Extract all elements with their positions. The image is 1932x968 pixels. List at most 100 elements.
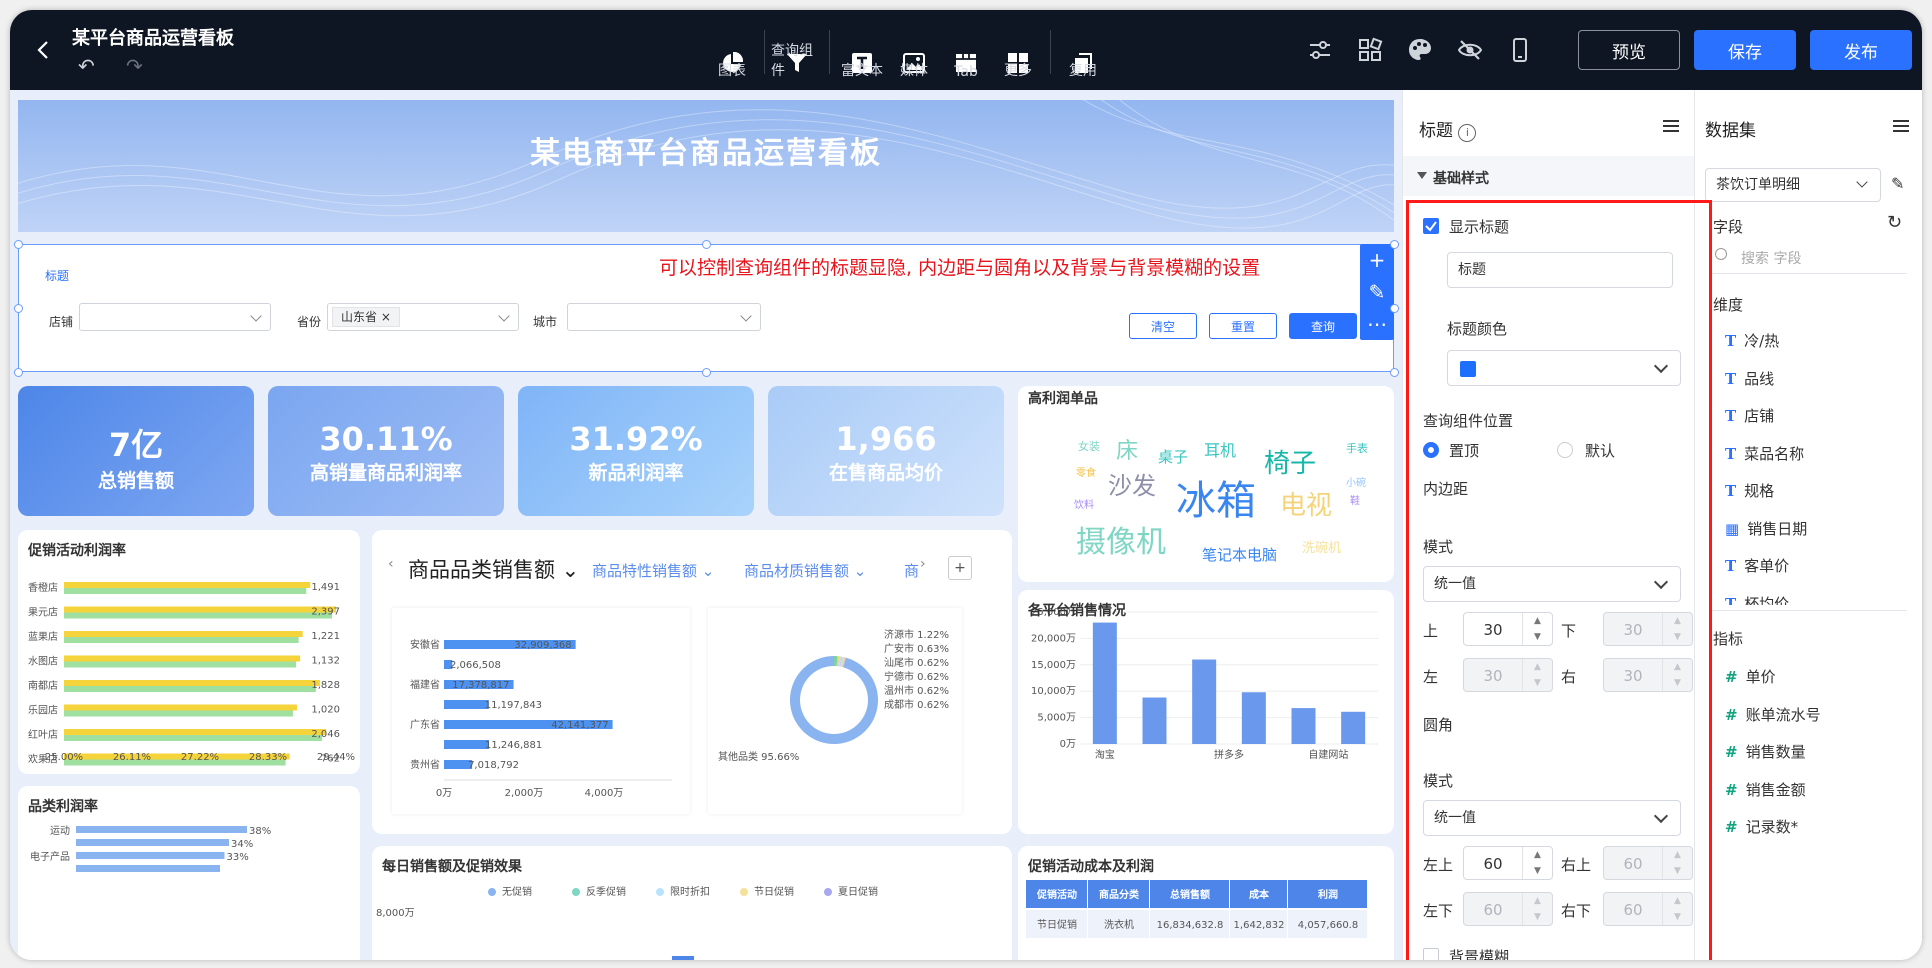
padding-label: 内边距 (1423, 480, 1469, 498)
promo-cost-card[interactable]: 促销活动成本及利润 促销活动 商品分类 总销售额 成本 利润 节日促销 洗衣机 16,834,… (1018, 846, 1394, 960)
padding-mode-select[interactable]: 统一值 (1423, 566, 1681, 602)
save-button[interactable]: 保存 (1694, 30, 1796, 70)
measure-field[interactable]: # 账单流水号 (1725, 704, 1821, 725)
kpi-card[interactable]: 31.92% 新品利润率 (518, 386, 754, 516)
measure-field[interactable]: # 销售金额 (1725, 779, 1806, 800)
dimension-field[interactable]: T 客单价 (1725, 555, 1789, 576)
query-component[interactable]: 标题 可以控制查询组件的标题显隐, 内边距与圆角以及背景与背景模糊的设置 店铺 … (18, 244, 1394, 372)
preview-button[interactable]: 预览 (1578, 30, 1680, 70)
resize-handle[interactable] (1390, 240, 1399, 249)
tool-richtext[interactable]: 富文本 (836, 24, 888, 80)
bar (1142, 697, 1167, 744)
radio-top[interactable] (1423, 442, 1439, 458)
redo-icon[interactable]: ↷ (126, 54, 143, 78)
resize-handle[interactable] (14, 368, 23, 377)
clear-button[interactable]: 清空 (1129, 313, 1197, 339)
chevron-down-icon[interactable]: ▼ (1523, 629, 1552, 645)
back-icon[interactable] (32, 38, 56, 62)
mobile-icon[interactable] (1506, 36, 1534, 64)
shop-select[interactable] (79, 303, 271, 331)
chevron-left-icon[interactable]: ‹ (388, 556, 394, 572)
dataset-select[interactable]: 茶饮订单明细 (1705, 168, 1881, 202)
kpi-card[interactable]: 1,966 在售商品均价 (768, 386, 1004, 516)
tool-more[interactable]: 更多 (992, 24, 1044, 80)
bar (76, 839, 229, 846)
tool-media[interactable]: 媒体 (888, 24, 940, 80)
tab-category-sales[interactable]: 商品品类销售额 ⌄ (408, 554, 579, 584)
resize-handle[interactable] (702, 368, 711, 377)
measure-field[interactable]: # 单价 (1725, 666, 1776, 687)
dimension-field[interactable]: T 店铺 (1725, 405, 1774, 426)
menu-icon[interactable] (1893, 120, 1909, 132)
measure-field[interactable]: # 销售数量 (1725, 741, 1806, 762)
field-search[interactable]: 搜索 字段 (1711, 240, 1907, 274)
resize-handle[interactable] (14, 240, 23, 249)
undo-icon[interactable]: ↶ (78, 54, 95, 78)
tab-feature-sales[interactable]: 商品特性销售额 ⌄ (592, 560, 714, 581)
search-button[interactable]: 查询 (1289, 313, 1357, 339)
kpi-card[interactable]: 30.11% 高销量商品利润率 (268, 386, 504, 516)
tick-label: 淘宝 (1095, 748, 1115, 761)
resize-handle[interactable] (702, 240, 711, 249)
bar-label: 香橙店 (28, 581, 58, 594)
category-sales-card[interactable]: ‹ 商品品类销售额 ⌄ 商品特性销售额 ⌄ 商品材质销售额 ⌄ 商 › + 安徽… (372, 530, 1012, 834)
resize-handle[interactable] (1390, 304, 1399, 313)
reset-button[interactable]: 重置 (1209, 313, 1277, 339)
palette-icon[interactable] (1406, 36, 1434, 64)
title-color-picker[interactable] (1447, 350, 1681, 386)
bg-blur-checkbox[interactable] (1423, 948, 1439, 960)
eye-off-icon[interactable] (1456, 36, 1484, 64)
city-select[interactable] (567, 303, 761, 331)
platform-sales-card[interactable]: 各平台销售情况 0万 5,000万 10,000万 15,000万 20,000万 25,… (1018, 590, 1394, 834)
add-icon[interactable]: + (1360, 244, 1394, 276)
close-icon[interactable]: × (381, 310, 391, 324)
tool-tab[interactable]: Tab (940, 24, 992, 80)
chevron-up-icon[interactable]: ▲ (1523, 613, 1552, 629)
info-icon[interactable]: i (1458, 124, 1477, 142)
tab-material-sales[interactable]: 商品材质销售额 ⌄ (744, 560, 866, 581)
dimension-field[interactable]: ▦ 销售日期 (1725, 518, 1807, 539)
resize-handle[interactable] (14, 304, 23, 313)
kpi-card[interactable]: 7亿 总销售额 (18, 386, 254, 516)
edit-icon[interactable]: ✎ (1891, 174, 1904, 193)
province-select[interactable]: 山东省 × (327, 303, 519, 331)
banner[interactable]: 某电商平台商品运营看板 (18, 100, 1394, 232)
chevron-up-icon[interactable]: ▲ (1523, 847, 1552, 863)
daily-sales-card[interactable]: 每日销售额及促销效果 无促销 反季促销 限时折扣 节日促销 夏日促销 8,000万 (372, 846, 1012, 960)
tool-query[interactable]: 查询组件 (771, 24, 823, 80)
data-label: 1,828 (311, 680, 340, 691)
bar-label: 果元店 (28, 606, 58, 619)
radius-tl-input[interactable]: 60 ▲ ▼ (1463, 846, 1553, 880)
chevron-right-icon[interactable]: › (920, 556, 926, 572)
bar (64, 710, 293, 717)
dimension-field[interactable]: T 菜品名称 (1725, 443, 1804, 464)
section-basic-style[interactable]: 基础样式 (1403, 156, 1695, 196)
province-tag[interactable]: 山东省 × (332, 307, 400, 327)
menu-icon[interactable] (1663, 120, 1679, 132)
sliders-icon[interactable] (1306, 36, 1334, 64)
chevron-down-icon[interactable]: ▼ (1523, 863, 1552, 879)
dimension-field[interactable]: T 品线 (1725, 368, 1774, 389)
dimension-field[interactable]: T 规格 (1725, 480, 1774, 501)
layout-icon[interactable] (1356, 36, 1384, 64)
tab-overflow[interactable]: 商 (904, 560, 919, 581)
show-title-checkbox[interactable] (1423, 218, 1439, 234)
dimension-field[interactable]: T 冷/热 (1725, 330, 1779, 351)
promo-profit-card[interactable]: 促销活动利润率 香橙店 1,491 果元店 2,397 蓝果店 1,221 水图店 1,132… (18, 530, 360, 774)
high-profit-card[interactable]: 高利润单品 女装床桌子 耳机 椅子 手表 零食 沙发 冰箱 小碗 饮料 电视鞋摄像机 笔记本电脑 洗碗… (1018, 386, 1394, 582)
edit-icon[interactable]: ✎ (1360, 276, 1394, 308)
radius-mode-select[interactable]: 统一值 (1423, 800, 1681, 836)
more-icon[interactable]: ⋯ (1360, 308, 1394, 340)
padding-top-input[interactable]: 30 ▲ ▼ (1463, 612, 1553, 646)
tool-reuse[interactable]: 复用 (1057, 24, 1109, 80)
add-tab-button[interactable]: + (948, 556, 972, 580)
resize-handle[interactable] (1390, 368, 1399, 377)
title-input[interactable]: 标题 (1447, 252, 1673, 288)
tool-chart[interactable]: 图表 (706, 24, 758, 80)
dimension-field[interactable]: T 杯均价 (1725, 593, 1789, 605)
publish-button[interactable]: 发布 (1810, 30, 1912, 70)
radio-default[interactable] (1557, 442, 1573, 458)
measure-field[interactable]: # 记录数* (1725, 816, 1798, 837)
refresh-icon[interactable]: ↻ (1887, 212, 1902, 233)
category-profit-card[interactable]: 品类利润率 运动 38% 34% 电子产品 33% (18, 786, 360, 960)
